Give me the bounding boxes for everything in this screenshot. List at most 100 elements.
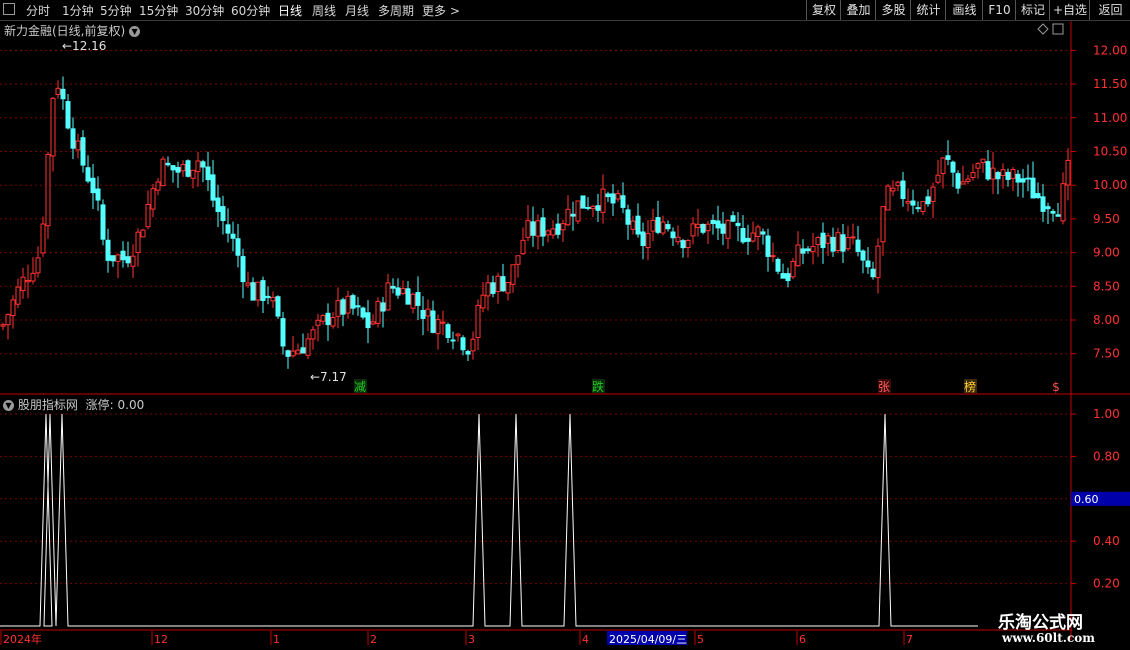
price-tick-label: 9.50	[1093, 212, 1120, 226]
overlay-button[interactable]: 叠加	[840, 0, 876, 20]
candle-body	[465, 350, 471, 355]
candle-body	[635, 215, 641, 235]
candle-body	[350, 295, 356, 309]
back-button[interactable]: 返回	[1089, 0, 1130, 20]
candle-body	[215, 197, 221, 213]
candle-body	[1030, 177, 1036, 199]
event-marker[interactable]: 跌	[592, 379, 604, 394]
period-30min[interactable]: 30分钟	[185, 2, 224, 19]
period-60min[interactable]: 60分钟	[231, 2, 270, 19]
mark-button[interactable]: 标记	[1015, 0, 1050, 20]
f10-button[interactable]: F10	[982, 0, 1016, 20]
candle-body	[535, 220, 541, 237]
menu-icon[interactable]	[3, 3, 15, 15]
candle-body	[800, 248, 806, 254]
period-monthly[interactable]: 月线	[345, 2, 369, 19]
candle-body	[780, 273, 786, 279]
period-fenshi[interactable]: 分时	[26, 2, 50, 19]
candle-body	[100, 204, 106, 240]
candle-body	[0, 324, 6, 327]
period-1min[interactable]: 1分钟	[62, 2, 94, 19]
candle-body	[315, 319, 321, 326]
diamond-icon[interactable]	[1037, 23, 1049, 35]
candle-body	[200, 161, 206, 168]
period-daily[interactable]: 日线	[278, 2, 302, 19]
candlestick-series[interactable]	[0, 76, 1071, 369]
watermark-url: www.60lt.com	[1002, 631, 1095, 645]
candle-body	[830, 236, 836, 252]
candle-body	[1050, 211, 1056, 214]
candle-body	[530, 221, 536, 236]
candle-body	[1065, 159, 1071, 186]
period-5min[interactable]: 5分钟	[100, 2, 132, 19]
event-marker[interactable]: 榜	[964, 379, 976, 394]
fuquan-button[interactable]: 复权	[806, 0, 841, 20]
top-toolbar: 分时 1分钟 5分钟 15分钟 30分钟 60分钟 日线 周线 月线 多周期 更…	[0, 0, 1130, 21]
period-15min[interactable]: 15分钟	[139, 2, 178, 19]
stock-chart[interactable]: 12.0011.5011.0010.5010.009.509.008.508.0…	[0, 0, 1130, 650]
candle-body	[335, 300, 341, 317]
candle-body	[710, 219, 716, 225]
candle-body	[430, 310, 436, 333]
chevron-down-icon[interactable]: ▼	[3, 400, 14, 411]
candle-body	[480, 294, 486, 309]
candle-body	[115, 254, 121, 262]
period-weekly[interactable]: 周线	[312, 2, 336, 19]
candle-body	[150, 188, 156, 210]
candle-body	[5, 314, 11, 326]
candle-body	[620, 195, 626, 208]
candle-body	[810, 246, 816, 253]
candle-body	[185, 160, 191, 177]
statistics-button[interactable]: 统计	[910, 0, 946, 20]
draw-line-button[interactable]: 画线	[945, 0, 983, 20]
candle-body	[455, 333, 461, 337]
window-icon[interactable]	[1052, 23, 1064, 35]
candle-body	[920, 201, 926, 213]
multi-stock-button[interactable]: 多股	[875, 0, 911, 20]
event-marker[interactable]: $	[1052, 380, 1060, 394]
candle-body	[680, 240, 686, 249]
candle-body	[515, 255, 521, 265]
indicator-gridlines	[0, 413, 1071, 585]
candle-body	[1015, 173, 1021, 183]
event-marker[interactable]: 减	[354, 380, 366, 394]
price-tick-label: 12.00	[1093, 43, 1127, 57]
candle-body	[1020, 178, 1026, 183]
candle-body	[295, 349, 301, 355]
chevron-down-icon[interactable]: ▼	[129, 26, 141, 37]
candle-body	[15, 286, 21, 305]
candle-body	[195, 160, 201, 173]
time-label: 5	[697, 633, 704, 646]
indicator-tick-label: 0.20	[1093, 577, 1120, 591]
candle-body	[735, 222, 741, 227]
candle-body	[365, 312, 371, 329]
time-axis: 2024年 12 1 2 3 4 5 6 72025/04/09/三	[0, 631, 913, 646]
event-markers[interactable]: 减 跌 张 榜 $	[354, 379, 1063, 394]
indicator-tick-label: 0.80	[1093, 449, 1120, 463]
candle-body	[845, 237, 851, 250]
candle-body	[395, 287, 401, 296]
candle-body	[835, 232, 841, 251]
candle-body	[600, 188, 606, 213]
candle-body	[110, 255, 116, 262]
candle-body	[360, 307, 366, 318]
candle-body	[730, 215, 736, 222]
indicator-name[interactable]: 股朋指标网	[18, 398, 78, 412]
candle-body	[125, 256, 131, 264]
candle-body	[210, 174, 216, 201]
candle-body	[820, 232, 826, 249]
candle-body	[180, 164, 186, 172]
candle-body	[230, 233, 236, 239]
candle-body	[770, 255, 776, 258]
candle-body	[420, 309, 426, 319]
event-marker[interactable]: 张	[878, 380, 890, 394]
candle-body	[255, 281, 261, 301]
candle-body	[40, 223, 46, 254]
candle-body	[30, 272, 36, 282]
period-more[interactable]: 更多 >	[422, 2, 460, 19]
add-watchlist-button[interactable]: +自选	[1049, 0, 1090, 20]
candle-body	[130, 255, 136, 267]
candle-body	[1060, 183, 1066, 222]
period-multi[interactable]: 多周期	[378, 2, 414, 19]
candle-body	[590, 205, 596, 210]
